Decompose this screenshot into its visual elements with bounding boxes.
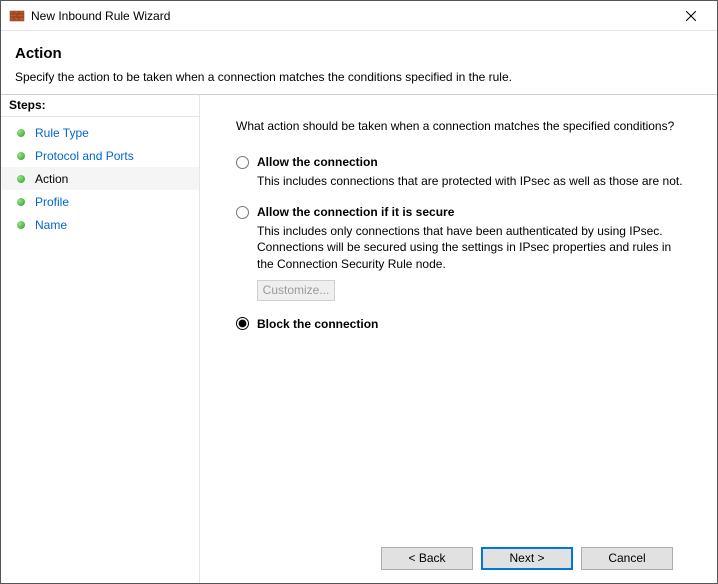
step-profile[interactable]: Profile bbox=[1, 190, 199, 213]
radio-allow[interactable] bbox=[236, 156, 249, 169]
bullet-icon bbox=[17, 221, 25, 229]
option-allow-desc: This includes connections that are prote… bbox=[257, 173, 689, 189]
step-action[interactable]: Action bbox=[1, 167, 199, 190]
titlebar: New Inbound Rule Wizard bbox=[1, 1, 717, 31]
step-rule-type[interactable]: Rule Type bbox=[1, 121, 199, 144]
option-allow-label: Allow the connection bbox=[257, 155, 378, 169]
page-header: Action Specify the action to be taken wh… bbox=[1, 31, 717, 94]
step-label: Rule Type bbox=[35, 126, 89, 140]
close-icon bbox=[686, 11, 696, 21]
steps-header: Steps: bbox=[1, 95, 199, 117]
step-protocol-ports[interactable]: Protocol and Ports bbox=[1, 144, 199, 167]
bullet-icon bbox=[17, 152, 25, 160]
step-name[interactable]: Name bbox=[1, 213, 199, 236]
page-subtitle: Specify the action to be taken when a co… bbox=[15, 70, 703, 84]
bullet-icon bbox=[17, 175, 25, 183]
customize-button: Customize... bbox=[257, 280, 335, 301]
back-button[interactable]: < Back bbox=[381, 547, 473, 570]
step-label: Profile bbox=[35, 195, 69, 209]
radio-allow-secure[interactable] bbox=[236, 206, 249, 219]
cancel-button[interactable]: Cancel bbox=[581, 547, 673, 570]
step-label: Protocol and Ports bbox=[35, 149, 134, 163]
step-label: Name bbox=[35, 218, 67, 232]
option-block-label: Block the connection bbox=[257, 317, 378, 331]
steps-list: Rule Type Protocol and Ports Action Prof… bbox=[1, 117, 199, 240]
close-button[interactable] bbox=[671, 2, 711, 30]
next-button[interactable]: Next > bbox=[481, 547, 573, 570]
option-allow-secure-desc: This includes only connections that have… bbox=[257, 223, 689, 272]
main-panel: What action should be taken when a conne… bbox=[199, 94, 717, 583]
radio-block[interactable] bbox=[236, 317, 249, 330]
content-area: Steps: Rule Type Protocol and Ports Acti… bbox=[1, 94, 717, 583]
footer-buttons: < Back Next > Cancel bbox=[236, 533, 689, 583]
firewall-icon bbox=[9, 8, 25, 24]
step-label: Action bbox=[35, 172, 68, 186]
steps-panel: Steps: Rule Type Protocol and Ports Acti… bbox=[1, 94, 199, 583]
window-title: New Inbound Rule Wizard bbox=[31, 9, 671, 23]
page-title: Action bbox=[15, 45, 703, 62]
option-allow: Allow the connection This includes conne… bbox=[236, 155, 689, 189]
bullet-icon bbox=[17, 129, 25, 137]
bullet-icon bbox=[17, 198, 25, 206]
option-allow-secure: Allow the connection if it is secure Thi… bbox=[236, 205, 689, 301]
question-text: What action should be taken when a conne… bbox=[236, 119, 689, 133]
option-allow-secure-label: Allow the connection if it is secure bbox=[257, 205, 454, 219]
option-block: Block the connection bbox=[236, 317, 689, 335]
